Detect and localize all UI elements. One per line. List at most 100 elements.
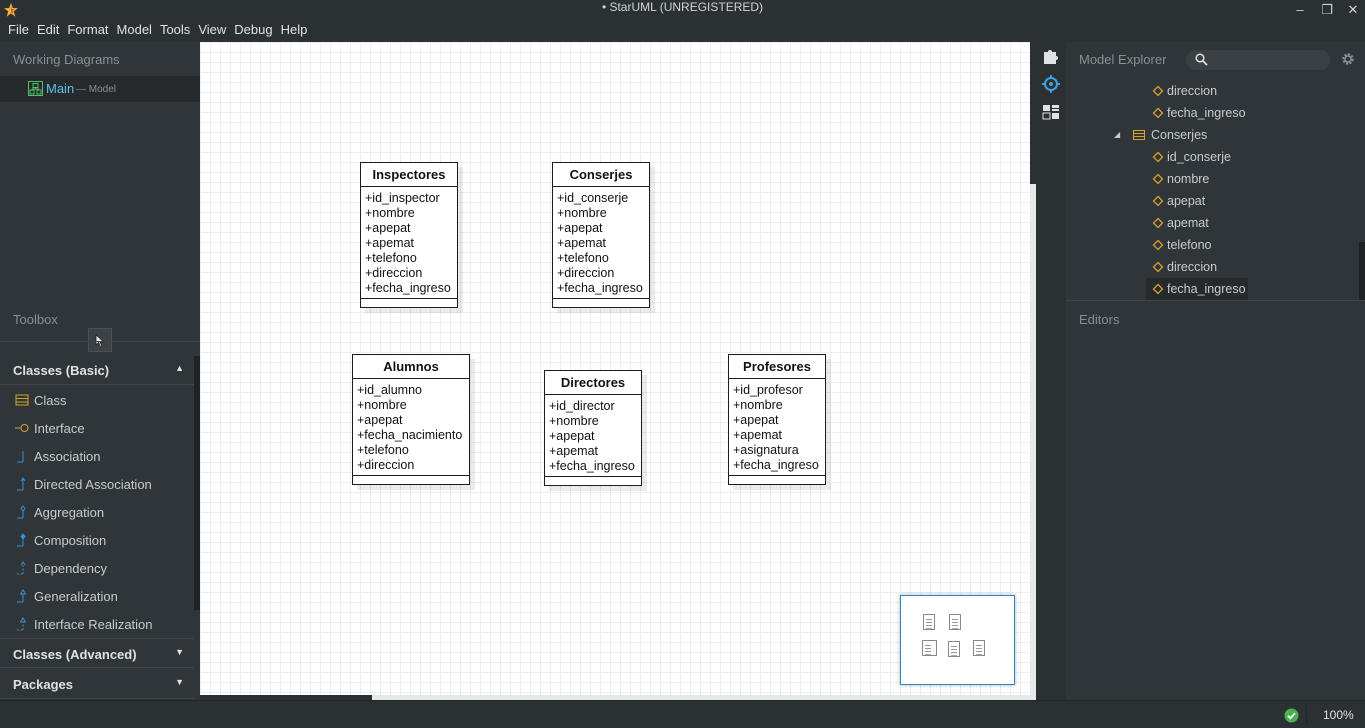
minimap-class xyxy=(949,614,961,630)
attribute-compartment: +id_director +nombre +apepat +apemat +fe… xyxy=(545,395,641,477)
status-bar: 100% xyxy=(0,700,1365,728)
tool-generalization[interactable]: Generalization xyxy=(0,582,194,610)
class-name: Profesores xyxy=(729,355,825,379)
attribute-icon xyxy=(1152,151,1164,163)
tool-dependency[interactable]: Dependency xyxy=(0,554,194,582)
uml-class-profesores[interactable]: Profesores +id_profesor +nombre +apepat … xyxy=(728,354,826,485)
extensions-puzzle-icon[interactable] xyxy=(1041,46,1061,66)
editors-header: Editors xyxy=(1079,312,1120,327)
attribute-icon xyxy=(1152,173,1164,185)
class-diagram-icon xyxy=(28,81,43,96)
menu-debug[interactable]: Debug xyxy=(230,18,276,42)
attribute: +fecha_nacimiento xyxy=(357,428,463,442)
tool-composition[interactable]: Composition xyxy=(0,526,194,554)
attribute: +id_director xyxy=(549,399,615,413)
section-label: Packages xyxy=(13,677,73,692)
attribute: +telefono xyxy=(557,251,609,265)
dependency-icon xyxy=(17,561,26,575)
gear-icon[interactable] xyxy=(1340,51,1356,67)
tree-item-attribute-selected[interactable]: fecha_ingreso xyxy=(1146,278,1248,300)
menu-model[interactable]: Model xyxy=(113,18,156,42)
menu-bar: File Edit Format Model Tools View Debug … xyxy=(0,18,1365,42)
attribute-icon xyxy=(1152,239,1164,251)
attribute: +direccion xyxy=(557,266,615,280)
aggregation-icon xyxy=(17,505,26,519)
restore-button[interactable]: ❐ xyxy=(1314,0,1340,20)
tool-label: Directed Association xyxy=(34,477,152,492)
model-explorer-header: Model Explorer xyxy=(1079,52,1167,67)
attribute: +fecha_ingreso xyxy=(365,281,451,295)
layout-panels-icon[interactable] xyxy=(1041,102,1061,122)
menu-view[interactable]: View xyxy=(194,18,230,42)
working-diagram-item-main[interactable]: Main — Model xyxy=(0,76,200,102)
tool-label: Composition xyxy=(34,533,107,548)
expanded-triangle-icon[interactable]: ◢ xyxy=(1114,124,1120,146)
attribute: +apemat xyxy=(365,236,414,250)
operation-compartment xyxy=(361,299,457,307)
attribute: +apemat xyxy=(549,444,598,458)
menu-tools[interactable]: Tools xyxy=(156,18,194,42)
attribute: +fecha_ingreso xyxy=(733,458,819,472)
menu-help[interactable]: Help xyxy=(277,18,312,42)
attribute: +apepat xyxy=(557,221,603,235)
tree-item-label: telefono xyxy=(1167,238,1212,252)
tool-label: Interface xyxy=(34,421,85,436)
tool-directed-association[interactable]: Directed Association xyxy=(0,470,194,498)
navigator-crosshair-icon[interactable] xyxy=(1041,74,1061,94)
uml-class-conserjes[interactable]: Conserjes +id_conserje +nombre +apepat +… xyxy=(552,162,650,308)
attribute-compartment: +id_conserje +nombre +apepat +apemat +te… xyxy=(553,187,649,299)
menu-file[interactable]: File xyxy=(4,18,33,42)
tree-item-label: apepat xyxy=(1167,194,1206,208)
operation-compartment xyxy=(353,476,469,484)
menu-edit[interactable]: Edit xyxy=(33,18,63,42)
attribute: +id_inspector xyxy=(365,191,440,205)
tool-class[interactable]: Class xyxy=(0,386,194,414)
tool-aggregation[interactable]: Aggregation xyxy=(0,498,194,526)
tree-item-label: Conserjes xyxy=(1151,128,1208,142)
attribute-compartment: +id_alumno +nombre +apepat +fecha_nacimi… xyxy=(353,379,469,476)
pointer-tool-button[interactable] xyxy=(88,328,112,352)
tool-label: Association xyxy=(34,449,101,464)
title-bar: • StarUML (UNREGISTERED) – ❐ ✕ xyxy=(0,0,1365,18)
class-name: Alumnos xyxy=(353,355,469,379)
validation-ok-icon[interactable] xyxy=(1284,708,1299,723)
uml-class-alumnos[interactable]: Alumnos +id_alumno +nombre +apepat +fech… xyxy=(352,354,470,485)
attribute: +fecha_ingreso xyxy=(549,459,635,473)
toolbox-section-packages[interactable]: Packages ▼ xyxy=(0,669,194,699)
operation-compartment xyxy=(553,299,649,307)
editors-divider xyxy=(1066,300,1365,301)
tree-item-class[interactable]: ◢ Conserjes xyxy=(1114,124,1264,146)
directed-association-icon xyxy=(17,477,26,491)
model-explorer-scrollbar[interactable] xyxy=(1359,242,1365,300)
working-diagram-owner: — Model xyxy=(76,84,117,95)
attribute: +nombre xyxy=(549,414,599,428)
model-explorer-search-input[interactable] xyxy=(1186,50,1330,70)
minimize-button[interactable]: – xyxy=(1287,0,1313,20)
uml-class-directores[interactable]: Directores +id_director +nombre +apepat … xyxy=(544,370,642,486)
tool-interface-realization[interactable]: Interface Realization xyxy=(0,610,194,638)
toolbox-section-classes-advanced[interactable]: Classes (Advanced) ▼ xyxy=(0,638,194,668)
attribute: +apemat xyxy=(733,428,782,442)
attribute: +id_profesor xyxy=(733,383,803,397)
uml-class-inspectores[interactable]: Inspectores +id_inspector +nombre +apepa… xyxy=(360,162,458,308)
generalization-icon xyxy=(17,589,27,603)
tree-item-label: fecha_ingreso xyxy=(1167,282,1246,296)
composition-icon xyxy=(17,533,26,547)
operation-compartment xyxy=(545,477,641,485)
attribute: +telefono xyxy=(365,251,417,265)
diagram-minimap[interactable] xyxy=(900,595,1015,685)
class-name: Directores xyxy=(545,371,641,395)
tool-interface[interactable]: Interface xyxy=(0,414,194,442)
attribute: +id_alumno xyxy=(357,383,422,397)
tool-association[interactable]: Association xyxy=(0,442,194,470)
close-button[interactable]: ✕ xyxy=(1340,0,1365,20)
menu-format[interactable]: Format xyxy=(63,18,112,42)
attribute: +apepat xyxy=(365,221,411,235)
zoom-level[interactable]: 100% xyxy=(1323,708,1354,722)
toolbox-section-classes-basic[interactable]: Classes (Basic) ▲ xyxy=(0,355,194,385)
working-diagram-label: Main xyxy=(46,81,75,96)
attribute: +nombre xyxy=(733,398,783,412)
tool-label: Class xyxy=(34,393,67,408)
attribute: +telefono xyxy=(357,443,409,457)
attribute-icon xyxy=(1152,195,1164,207)
